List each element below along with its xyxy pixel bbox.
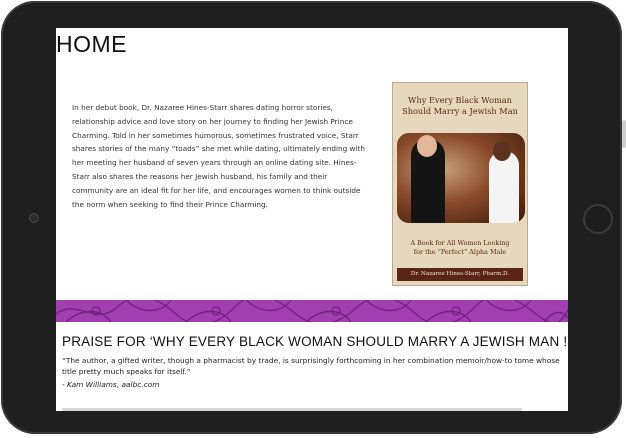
book-cover-photo (397, 133, 525, 223)
book-subtitle-line-1: A Book for All Women Looking (410, 239, 510, 247)
next-quote-cutoff (62, 406, 562, 411)
praise-attribution: - Kam Williams, aalbc.com (62, 380, 160, 389)
decorative-banner (56, 300, 568, 322)
book-cover-image: Why Every Black Woman Should Marry a Jew… (392, 82, 528, 286)
book-cover-subtitle: A Book for All Women Looking for the “Pe… (393, 239, 527, 256)
book-cover-author: Dr. Nazaree Hines-Starr, Pharm.D. (397, 268, 523, 281)
book-title-line-2: Should Marry a Jewish Man (402, 106, 518, 116)
praise-heading: PRAISE FOR ‘WHY EVERY BLACK WOMAN SHOULD… (62, 334, 568, 349)
home-button-icon[interactable] (583, 204, 613, 234)
intro-paragraph: In her debut book, Dr. Nazaree Hines-Sta… (72, 103, 366, 209)
tablet-screen: HOME In her debut book, Dr. Nazaree Hine… (56, 28, 568, 411)
bride-figure (489, 151, 519, 223)
tablet-device: HOME In her debut book, Dr. Nazaree Hine… (0, 0, 626, 438)
praise-quote: “The author, a gifted writer, though a p… (62, 356, 560, 376)
book-title-line-1: Why Every Black Woman (408, 95, 512, 105)
page-title: HOME (56, 31, 127, 57)
camera-icon (29, 213, 39, 223)
book-subtitle-line-2: for the “Perfect” Alpha Male (413, 247, 507, 256)
floral-pattern (56, 300, 568, 322)
tablet-side-button (622, 120, 626, 148)
book-cover-title: Why Every Black Woman Should Marry a Jew… (393, 95, 527, 117)
bride-head (493, 141, 511, 161)
groom-head (417, 135, 437, 157)
